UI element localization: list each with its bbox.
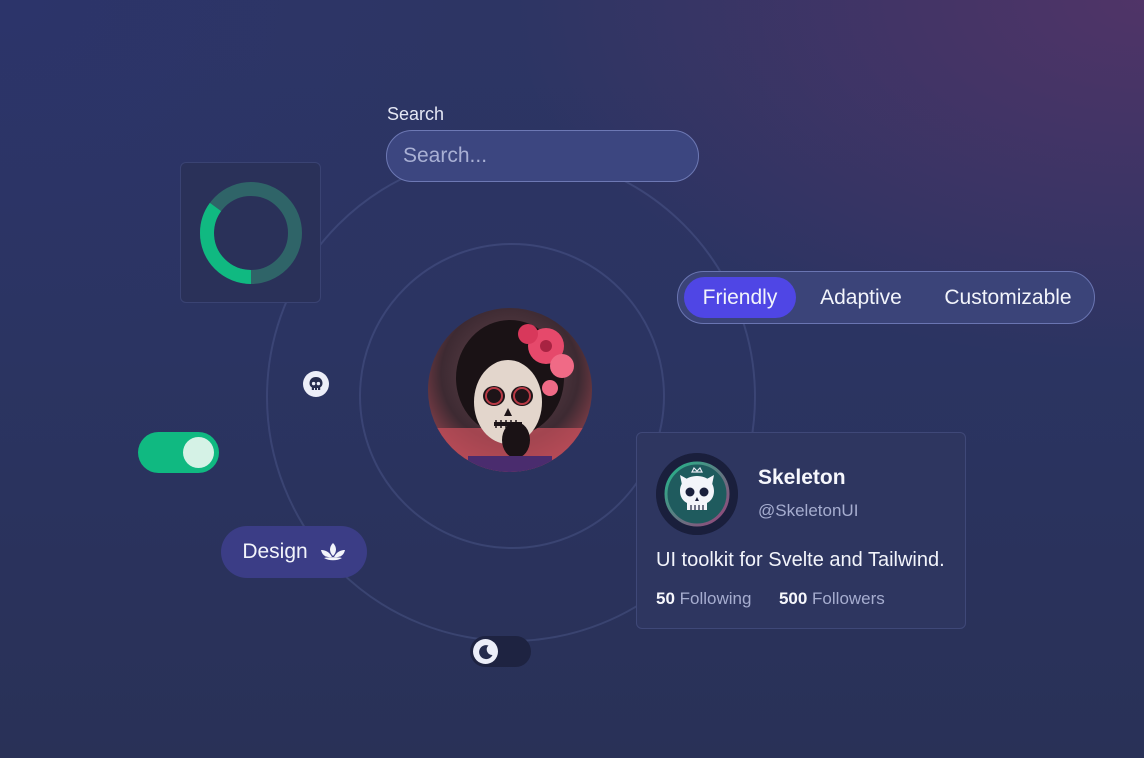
segment-customizable[interactable]: Customizable: [929, 277, 1087, 318]
segment-friendly[interactable]: Friendly: [684, 277, 796, 318]
chip-label: Design: [242, 540, 308, 563]
skull-icon: [303, 371, 329, 397]
followers-stat[interactable]: 500 Followers: [779, 589, 885, 608]
profile-card: Skeleton @SkeletonUI UI toolkit for Svel…: [636, 432, 966, 629]
following-label: Following: [679, 589, 752, 608]
followers-label: Followers: [812, 589, 885, 608]
profile-handle[interactable]: @SkeletonUI: [758, 501, 858, 521]
profile-name: Skeleton: [758, 466, 846, 489]
segmented-control: Friendly Adaptive Customizable: [677, 271, 1095, 324]
following-count: 50: [656, 589, 675, 608]
segment-adaptive[interactable]: Adaptive: [804, 277, 918, 318]
dark-mode-knob: [473, 639, 498, 664]
followers-count: 500: [778, 589, 808, 608]
progress-ring-card: [180, 162, 321, 303]
toggle-switch[interactable]: [138, 432, 219, 473]
dark-mode-toggle[interactable]: [470, 636, 531, 667]
search-label: Search: [387, 104, 445, 124]
profile-avatar: [656, 453, 738, 535]
profile-bio: UI toolkit for Svelte and Tailwind.: [656, 549, 945, 571]
toggle-knob: [183, 437, 214, 468]
design-chip[interactable]: Design: [221, 526, 367, 578]
search-input[interactable]: [386, 130, 699, 182]
progress-ring: [200, 182, 302, 284]
following-stat[interactable]: 50 Following: [656, 589, 751, 608]
moon-icon: [478, 644, 492, 659]
avatar: [428, 308, 592, 472]
profile-stats: 50 Following 500 Followers: [656, 589, 885, 609]
lotus-icon: [320, 543, 345, 561]
